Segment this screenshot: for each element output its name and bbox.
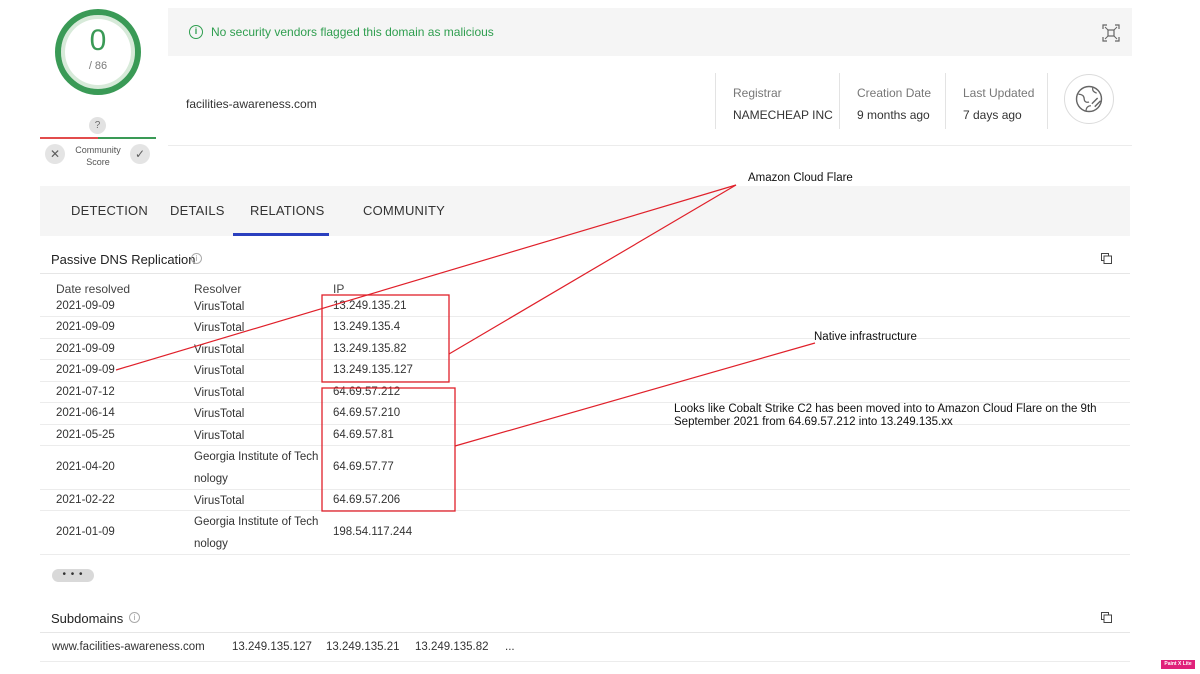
ip-cell[interactable]: 198.54.117.244 xyxy=(333,526,412,538)
date-cell: 2021-09-09 xyxy=(56,321,115,333)
resolver-cell[interactable]: Georgia Institute of Tech nology xyxy=(194,446,326,490)
date-cell: 2021-06-14 xyxy=(56,407,115,419)
upvote-icon[interactable]: ✓ xyxy=(130,144,150,164)
ip-cell[interactable]: 13.249.135.21 xyxy=(333,300,407,312)
last-updated-label: Last Updated xyxy=(963,86,1035,100)
date-cell: 2021-07-12 xyxy=(56,386,115,398)
date-cell: 2021-01-09 xyxy=(56,526,115,538)
date-cell: 2021-09-09 xyxy=(56,343,115,355)
date-cell: 2021-09-09 xyxy=(56,364,115,376)
table-row: 2021-09-09 VirusTotal 13.249.135.127 xyxy=(40,360,1130,382)
subdomains-title: Subdomains xyxy=(51,611,124,626)
column-date-resolved[interactable]: Date resolved xyxy=(56,282,130,296)
ip-cell[interactable]: 64.69.57.81 xyxy=(333,429,394,441)
detection-score-total: / 86 xyxy=(88,60,108,72)
detection-score-ring: 0 / 86 xyxy=(55,9,141,95)
subdomains-header: Subdomains i xyxy=(40,600,1130,633)
ip-cell[interactable]: 64.69.57.77 xyxy=(333,461,394,473)
tab-community[interactable]: COMMUNITY xyxy=(363,203,445,218)
ip-cell[interactable]: 13.249.135.4 xyxy=(333,321,400,333)
resolver-cell[interactable]: Georgia Institute of Tech nology xyxy=(194,511,326,555)
table-row: 2021-02-22 VirusTotal 64.69.57.206 xyxy=(40,490,1130,511)
creation-date-label: Creation Date xyxy=(857,86,932,100)
passive-dns-title: Passive DNS Replication xyxy=(51,252,196,267)
graph-expand-icon[interactable] xyxy=(1102,24,1120,42)
subdomain-ip[interactable]: 13.249.135.21 xyxy=(326,641,400,653)
copy-icon[interactable] xyxy=(1101,253,1112,264)
copy-icon[interactable] xyxy=(1101,612,1112,623)
creation-date-block: Creation Date 9 months ago xyxy=(839,73,931,129)
active-tab-indicator xyxy=(233,233,329,236)
subdomain-link[interactable]: www.facilities-awareness.com xyxy=(52,641,205,653)
table-row: 2021-09-09 VirusTotal 13.249.135.82 xyxy=(40,339,1130,360)
verdict-text: No security vendors flagged this domain … xyxy=(211,25,494,39)
table-row: 2021-09-09 VirusTotal 13.249.135.4 xyxy=(40,317,1130,339)
domain-name: facilities-awareness.com xyxy=(186,97,317,111)
community-score: ? ✕ Community Score ✓ xyxy=(40,114,156,174)
resolver-cell[interactable]: VirusTotal xyxy=(194,360,326,382)
question-icon[interactable]: ? xyxy=(89,117,106,134)
table-row: 2021-09-09 VirusTotal 13.249.135.21 xyxy=(40,296,1130,317)
ip-cell[interactable]: 64.69.57.210 xyxy=(333,407,400,419)
downvote-icon[interactable]: ✕ xyxy=(45,144,65,164)
date-cell: 2021-05-25 xyxy=(56,429,115,441)
date-cell: 2021-02-22 xyxy=(56,494,115,506)
annotation-native-label: Native infrastructure xyxy=(814,331,917,343)
verdict-banner: i No security vendors flagged this domai… xyxy=(168,8,1132,56)
table-row: 2021-07-12 VirusTotal 64.69.57.212 xyxy=(40,382,1130,403)
annotation-note: Looks like Cobalt Strike C2 has been mov… xyxy=(674,403,1097,428)
last-updated-value: 7 days ago xyxy=(963,108,1022,122)
resolver-cell[interactable]: VirusTotal xyxy=(194,382,326,404)
registrar-value: NAMECHEAP INC xyxy=(733,108,833,122)
subdomain-ip[interactable]: 13.249.135.82 xyxy=(415,641,489,653)
subdomain-ip[interactable]: 13.249.135.127 xyxy=(232,641,312,653)
date-cell: 2021-04-20 xyxy=(56,461,115,473)
tab-detection[interactable]: DETECTION xyxy=(71,203,148,218)
domain-globe-icon xyxy=(1064,74,1114,124)
column-ip[interactable]: IP xyxy=(333,282,344,296)
creation-date-value: 9 months ago xyxy=(857,108,930,122)
ip-cell[interactable]: 13.249.135.127 xyxy=(333,364,413,376)
detection-score-value: 0 xyxy=(89,24,107,57)
ip-cell[interactable]: 64.69.57.212 xyxy=(333,386,400,398)
annotation-cloudflare-label: Amazon Cloud Flare xyxy=(748,172,853,184)
registrar-label: Registrar xyxy=(733,86,782,100)
resolver-cell[interactable]: VirusTotal xyxy=(194,490,326,512)
passive-dns-header: Passive DNS Replication i xyxy=(40,241,1130,274)
info-icon[interactable]: i xyxy=(191,253,202,264)
domain-info-card: facilities-awareness.com Registrar NAMEC… xyxy=(168,56,1132,146)
community-score-label: Community Score xyxy=(75,145,121,167)
paint-badge: Paint X Lite xyxy=(1161,660,1195,669)
table-row: 2021-04-20 Georgia Institute of Tech nolo… xyxy=(40,446,1130,490)
tab-details[interactable]: DETAILS xyxy=(170,203,225,218)
subdomain-row: www.facilities-awareness.com 13.249.135.… xyxy=(40,632,1130,662)
last-updated-block: Last Updated 7 days ago xyxy=(945,73,1048,129)
subdomain-more[interactable]: ... xyxy=(505,641,515,653)
info-icon[interactable]: i xyxy=(129,612,140,623)
resolver-cell[interactable]: VirusTotal xyxy=(194,317,326,339)
load-more-button[interactable]: • • • xyxy=(52,569,94,582)
resolver-cell[interactable]: VirusTotal xyxy=(194,296,326,318)
resolver-cell[interactable]: VirusTotal xyxy=(194,403,326,425)
ip-cell[interactable]: 64.69.57.206 xyxy=(333,494,400,506)
info-check-icon: i xyxy=(189,25,203,39)
registrar-block: Registrar NAMECHEAP INC xyxy=(715,73,833,129)
column-resolver[interactable]: Resolver xyxy=(194,282,241,296)
tab-bar: DETECTION DETAILS RELATIONS COMMUNITY xyxy=(40,186,1130,236)
tab-relations[interactable]: RELATIONS xyxy=(250,203,325,218)
date-cell: 2021-09-09 xyxy=(56,300,115,312)
table-row: 2021-01-09 Georgia Institute of Tech nolo… xyxy=(40,511,1130,555)
ip-cell[interactable]: 13.249.135.82 xyxy=(333,343,407,355)
community-score-bar xyxy=(40,137,156,139)
resolver-cell[interactable]: VirusTotal xyxy=(194,339,326,361)
resolver-cell[interactable]: VirusTotal xyxy=(194,425,326,447)
